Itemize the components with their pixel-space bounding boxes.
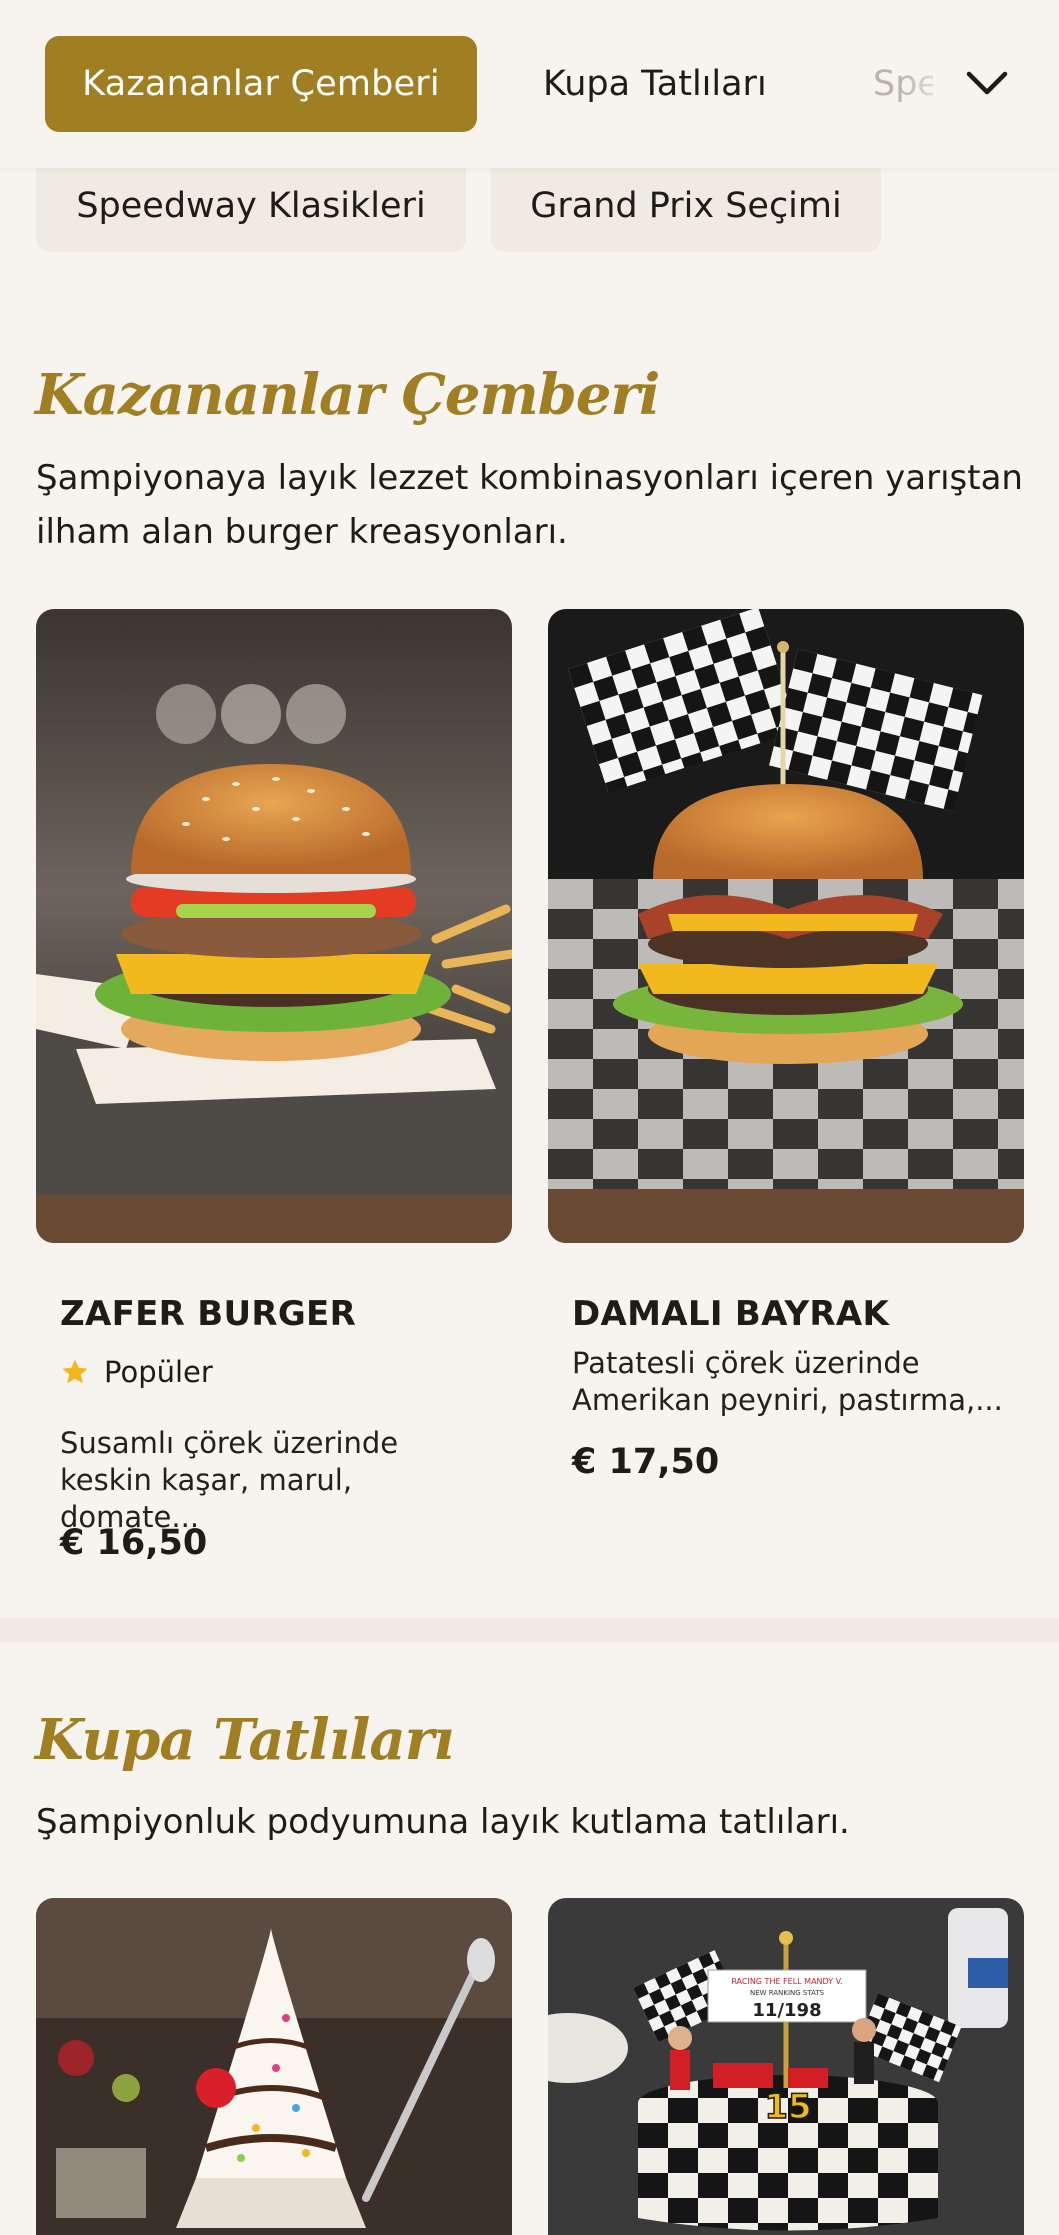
section-description: Şampiyonluk podyumuna layık kutlama tatl… bbox=[36, 1802, 850, 1842]
menu-item-description: Susamlı çörek üzerinde keskin kaşar, mar… bbox=[60, 1425, 500, 1536]
cake-number: 15 bbox=[764, 2087, 811, 2127]
menu-item-image[interactable]: 15 RACING THE FELL MANDY V. NEW RANKING … bbox=[548, 1898, 1024, 2235]
description-line: Susamlı çörek üzerinde bbox=[60, 1426, 399, 1460]
section-title: Kupa Tatlıları bbox=[35, 1707, 454, 1773]
section-description: Şampiyonaya layık lezzet kombinasyonları… bbox=[36, 458, 1023, 552]
description-line: Patatesli çörek üzerinde bbox=[572, 1346, 920, 1380]
star-icon bbox=[62, 1359, 88, 1384]
menu-item-name[interactable]: ZAFER BURGER bbox=[60, 1294, 356, 1334]
menu-item-image[interactable] bbox=[36, 1898, 512, 2235]
cake-sign-text: NEW RANKING STATS bbox=[750, 1989, 825, 1997]
subnav-label: Grand Prix Seçimi bbox=[530, 186, 842, 226]
sundae-photo bbox=[36, 1898, 512, 2235]
subnav-speedway-klasikleri[interactable]: Speedway Klasikleri bbox=[36, 160, 466, 252]
category-nav: Kazananlar Çemberi Kupa Tatlıları Speedw… bbox=[0, 0, 1059, 168]
tab-label: Kazananlar Çemberi bbox=[82, 64, 440, 104]
tab-kupa-tatlilari[interactable]: Kupa Tatlıları bbox=[543, 36, 767, 132]
tab-label: Kupa Tatlıları bbox=[543, 64, 767, 104]
menu-item-image[interactable] bbox=[36, 609, 512, 1243]
tab-kazananlar-cemberi[interactable]: Kazananlar Çemberi bbox=[45, 36, 477, 132]
chevron-down-icon[interactable] bbox=[962, 58, 1012, 108]
section-divider bbox=[0, 1618, 1059, 1642]
menu-item-description: Patatesli çörek üzerinde Amerikan peynir… bbox=[572, 1345, 1012, 1419]
menu-item-name[interactable]: DAMALI BAYRAK bbox=[572, 1294, 889, 1334]
cake-sign-text: RACING THE FELL MANDY V. bbox=[731, 1977, 842, 1986]
menu-item-price: € 17,50 bbox=[572, 1442, 720, 1482]
popular-badge: Popüler bbox=[60, 1355, 213, 1389]
description-line: Amerikan peyniri, pastırma,... bbox=[572, 1383, 1003, 1417]
subnav-label: Speedway Klasikleri bbox=[76, 186, 426, 226]
menu-item-price: € 16,50 bbox=[60, 1523, 208, 1563]
burger-photo bbox=[36, 609, 512, 1243]
section-title: Kazananlar Çemberi bbox=[35, 362, 660, 428]
badge-label: Popüler bbox=[104, 1355, 213, 1389]
cake-photo: 15 RACING THE FELL MANDY V. NEW RANKING … bbox=[548, 1898, 1024, 2235]
menu-item-image[interactable] bbox=[548, 609, 1024, 1243]
cake-sign-number: 11/198 bbox=[752, 2000, 821, 2021]
burger-photo bbox=[548, 609, 1024, 1243]
subnav-grand-prix-secimi[interactable]: Grand Prix Seçimi bbox=[491, 160, 881, 252]
